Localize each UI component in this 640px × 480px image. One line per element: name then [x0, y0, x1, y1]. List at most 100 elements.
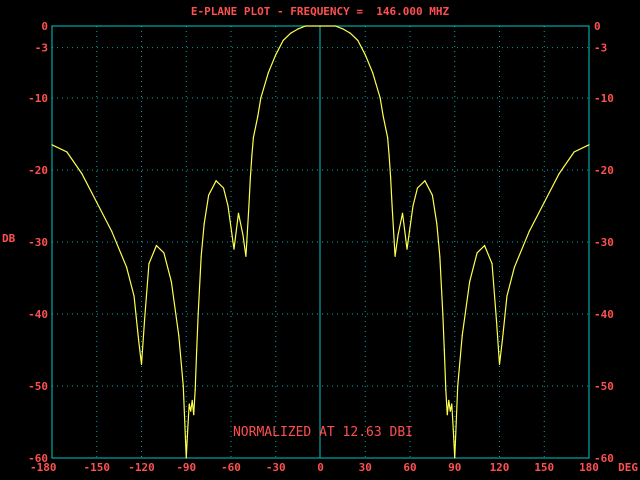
y-tick-labels-right: 0-3-10-20-30-40-50-60: [594, 20, 614, 465]
chart-title: E-PLANE PLOT - FREQUENCY = 146.000 MHZ: [191, 5, 450, 18]
y-tick-label: -20: [28, 164, 48, 177]
data-point: [140, 363, 143, 365]
y-tick-label: -3: [35, 42, 48, 55]
x-tick-label: 150: [534, 461, 554, 474]
data-point: [203, 223, 205, 225]
data-point: [304, 25, 307, 27]
data-point: [416, 187, 419, 189]
data-point: [457, 385, 459, 387]
data-point: [182, 385, 184, 387]
data-point: [543, 201, 545, 203]
data-point: [454, 457, 456, 459]
data-point: [495, 320, 498, 322]
data-point: [208, 194, 210, 196]
data-point: [163, 252, 165, 254]
data-point: [390, 176, 392, 178]
y-tick-label: 0: [594, 20, 601, 33]
data-point: [445, 389, 447, 391]
y-tick-label: -50: [28, 380, 48, 393]
data-point: [178, 335, 180, 337]
data-point: [260, 97, 262, 99]
data-point: [319, 25, 322, 27]
e-plane-chart: 0 -3 -10 -20 -30 -40 -50 -60 0 -3 -10 -20 -30 -40 -50…: [2, 5, 638, 474]
y-tick-label: -3: [594, 42, 607, 55]
data-point: [170, 281, 172, 283]
data-point: [501, 338, 504, 340]
data-point: [185, 457, 187, 459]
x-tick-labels: -180 -150 -120 -90 -60 -30 0 30 60 90 120 150 180: [30, 461, 599, 474]
data-point: [191, 399, 193, 401]
data-point: [528, 230, 530, 232]
data-point: [196, 349, 198, 351]
y-tick-label: -40: [594, 308, 614, 321]
y-tick-label: -50: [594, 380, 614, 393]
x-tick-label: -90: [176, 461, 196, 474]
data-point: [187, 428, 189, 430]
data-point: [200, 255, 202, 257]
x-tick-label: -180: [30, 461, 57, 474]
data-point: [148, 263, 150, 265]
data-point: [588, 144, 590, 146]
data-point: [267, 72, 269, 74]
data-point: [96, 201, 98, 203]
data-point: [155, 245, 158, 247]
data-point: [334, 25, 337, 27]
data-point: [469, 281, 471, 283]
data-point: [476, 252, 478, 254]
data-point: [251, 155, 253, 157]
x-tick-label: 180: [579, 461, 599, 474]
y-tick-label: -10: [594, 92, 614, 105]
data-point: [327, 25, 329, 27]
data-point: [397, 234, 399, 236]
data-point: [491, 263, 493, 265]
data-point: [125, 266, 128, 268]
data-point: [498, 363, 501, 365]
data-point: [461, 335, 463, 337]
data-point: [248, 205, 250, 207]
data-point: [312, 25, 314, 27]
data-point: [290, 32, 292, 34]
data-point: [193, 414, 195, 416]
data-point: [442, 313, 444, 315]
x-tick-label: 30: [359, 461, 372, 474]
y-tick-label: -30: [28, 236, 48, 249]
data-point: [424, 180, 426, 182]
data-point: [382, 115, 384, 117]
x-axis-label: DEG: [618, 461, 638, 474]
data-point: [233, 248, 235, 250]
data-point: [357, 39, 359, 42]
data-point: [222, 187, 225, 189]
normalization-annotation: NORMALIZED AT 12.63 DBI: [233, 425, 413, 440]
data-point: [81, 173, 83, 175]
data-point: [257, 115, 259, 117]
data-point: [431, 194, 433, 196]
data-point: [406, 248, 408, 250]
data-point: [137, 338, 140, 340]
data-point: [446, 414, 448, 416]
data-point: [227, 205, 229, 207]
x-tick-label: 90: [448, 461, 461, 474]
x-tick-label: -30: [266, 461, 286, 474]
data-point: [364, 54, 366, 56]
data-point: [282, 39, 284, 42]
data-point: [443, 349, 445, 351]
data-point: [111, 230, 113, 232]
data-point: [297, 28, 299, 30]
data-point: [483, 245, 486, 247]
x-tick-label: -120: [128, 461, 155, 474]
x-tick-label: -150: [84, 461, 111, 474]
data-point: [409, 227, 411, 229]
data-point: [349, 32, 351, 34]
data-point: [506, 295, 508, 297]
data-point: [66, 151, 68, 153]
y-tick-label: 0: [41, 20, 48, 33]
data-point: [391, 205, 393, 207]
y-axis-label: DB: [2, 232, 16, 245]
x-tick-label: 60: [403, 461, 416, 474]
data-point: [451, 403, 453, 405]
data-point: [237, 212, 240, 214]
data-point: [275, 54, 277, 56]
data-point: [372, 72, 374, 74]
data-point: [449, 410, 451, 412]
data-point: [342, 28, 344, 30]
